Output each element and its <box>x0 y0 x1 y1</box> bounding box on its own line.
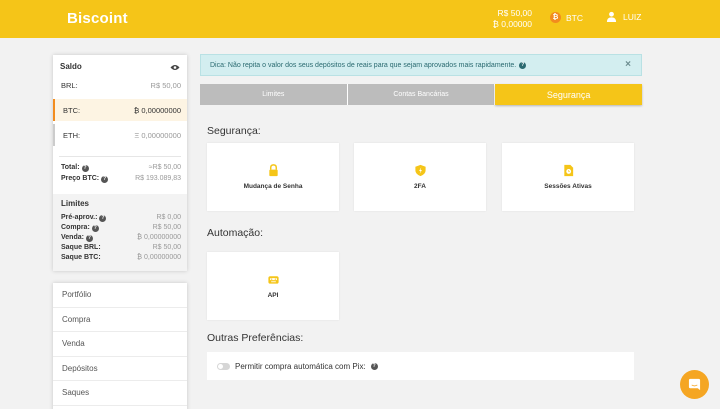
lock-icon <box>268 164 278 177</box>
pix-preference-row: Permitir compra automática com Pix: ? <box>207 352 634 380</box>
price-value: R$ 193.089,83 <box>135 175 181 182</box>
close-icon[interactable]: × <box>625 59 631 70</box>
user-menu[interactable]: LUIZ <box>606 11 641 22</box>
section-title-preferences: Outras Preferências: <box>207 332 304 344</box>
balance-value: R$ 50,00 <box>150 80 181 90</box>
nav-item-saques[interactable]: Saques <box>53 381 187 406</box>
robot-icon <box>267 276 279 284</box>
alert-text: Dica: Não repita o valor dos seus depósi… <box>210 61 517 69</box>
limit-row: Pré-aprov.:? R$ 0,00 <box>61 213 181 223</box>
password-change-card[interactable]: Mudança de Senha <box>207 143 339 211</box>
limit-value: ₿ 0,00000000 <box>136 234 181 241</box>
header-balance-btc: ₿ 0,00000 <box>492 19 532 29</box>
balance-label: BTC: <box>63 105 81 115</box>
limit-label: Saque BTC: <box>61 254 101 261</box>
total-value: ≈R$ 50,00 <box>148 164 181 171</box>
section-title-security: Segurança: <box>207 125 261 137</box>
eye-icon[interactable] <box>170 64 180 71</box>
divider <box>59 156 181 157</box>
header-balance-brl: R$ 50,00 <box>497 8 533 18</box>
user-name: LUIZ <box>623 11 642 22</box>
help-icon[interactable]: ? <box>81 164 89 172</box>
settings-tabs: Limites Contas Bancárias Segurança <box>200 84 643 105</box>
nav-item-depositos[interactable]: Depósitos <box>53 357 187 381</box>
2fa-card[interactable]: 2FA <box>354 143 486 211</box>
chat-button[interactable] <box>680 370 709 399</box>
top-bar: Biscoint R$ 50,00 ₿ 0,00000 ₿ BTC LUIZ <box>0 0 720 38</box>
limit-row: Saque BTC: ₿ 0,00000000 <box>61 253 181 263</box>
limits-block: Limites Pré-aprov.:? R$ 0,00 Compra:? R$… <box>53 194 187 271</box>
balance-value: ₿ 0,00000000 <box>133 105 181 115</box>
card-label: Mudança de Senha <box>243 183 303 190</box>
card-label: Sessões Ativas <box>544 183 592 190</box>
price-label: Preço BTC: <box>61 175 100 182</box>
tab-limites[interactable]: Limites <box>200 84 348 105</box>
balance-label: ETH: <box>63 130 81 140</box>
shield-icon <box>414 164 426 177</box>
help-icon[interactable]: ? <box>85 234 93 242</box>
api-card[interactable]: API <box>207 252 339 320</box>
help-icon[interactable]: ? <box>101 175 109 183</box>
help-icon[interactable]: ? <box>370 362 378 370</box>
balance-row-eth[interactable]: ETH: Ξ 0,00000000 <box>53 124 187 146</box>
balance-row-brl: BRL: R$ 50,00 <box>53 74 187 96</box>
price-row: Preço BTC:? R$ 193.089,83 <box>61 174 181 184</box>
help-icon[interactable]: ? <box>519 61 527 69</box>
limit-label: Compra: <box>61 224 90 231</box>
help-icon[interactable]: ? <box>91 224 99 232</box>
nav-item-venda[interactable]: Venda <box>53 332 187 357</box>
side-nav: Portfólio Compra Venda Depósitos Saques <box>53 283 187 409</box>
tip-alert: Dica: Não repita o valor dos seus depósi… <box>200 54 642 76</box>
tab-seguranca[interactable]: Segurança <box>495 84 643 105</box>
pix-label: Permitir compra automática com Pix: <box>235 361 366 371</box>
limit-value: R$ 0,00 <box>156 214 181 221</box>
limits-title: Limites <box>61 199 90 208</box>
bitcoin-icon: ₿ <box>550 12 561 23</box>
limit-row: Compra:? R$ 50,00 <box>61 223 181 233</box>
nav-item-portfolio[interactable]: Portfólio <box>53 283 187 308</box>
pix-toggle[interactable] <box>217 362 230 370</box>
help-icon[interactable]: ? <box>99 214 107 222</box>
limit-value: R$ 50,00 <box>152 224 181 231</box>
balance-value: Ξ 0,00000000 <box>134 130 181 140</box>
balance-title: Saldo <box>60 62 82 71</box>
nav-item-compra[interactable]: Compra <box>53 308 187 332</box>
active-sessions-card[interactable]: Sessões Ativas <box>502 143 634 211</box>
limit-value: R$ 50,00 <box>152 244 181 251</box>
document-clock-icon <box>563 164 573 177</box>
balance-card: Saldo BRL: R$ 50,00 BTC: ₿ 0,00000000 ET… <box>53 55 187 271</box>
balance-row-btc[interactable]: BTC: ₿ 0,00000000 <box>53 99 187 121</box>
limit-row: Venda:? ₿ 0,00000000 <box>61 233 181 243</box>
coin-label: BTC <box>566 12 583 23</box>
limit-label: Saque BRL: <box>61 244 101 251</box>
chat-icon <box>688 378 701 391</box>
limit-row: Saque BRL: R$ 50,00 <box>61 243 181 253</box>
total-label: Total: <box>61 164 80 171</box>
card-label: API <box>267 292 279 299</box>
limit-label: Pré-aprov.: <box>61 214 98 221</box>
user-icon <box>606 11 617 22</box>
tab-contas-bancarias[interactable]: Contas Bancárias <box>347 84 496 105</box>
header-balance: R$ 50,00 ₿ 0,00000 <box>480 8 532 30</box>
coin-selector[interactable]: ₿ BTC <box>550 12 583 23</box>
card-label: 2FA <box>414 183 426 190</box>
section-title-automation: Automação: <box>207 227 264 239</box>
balance-label: BRL: <box>61 80 78 90</box>
logo[interactable]: Biscoint <box>67 10 128 27</box>
total-row: Total:? ≈R$ 50,00 <box>61 163 181 173</box>
limit-label: Venda: <box>61 234 84 241</box>
limit-value: ₿ 0,00000000 <box>136 254 181 261</box>
